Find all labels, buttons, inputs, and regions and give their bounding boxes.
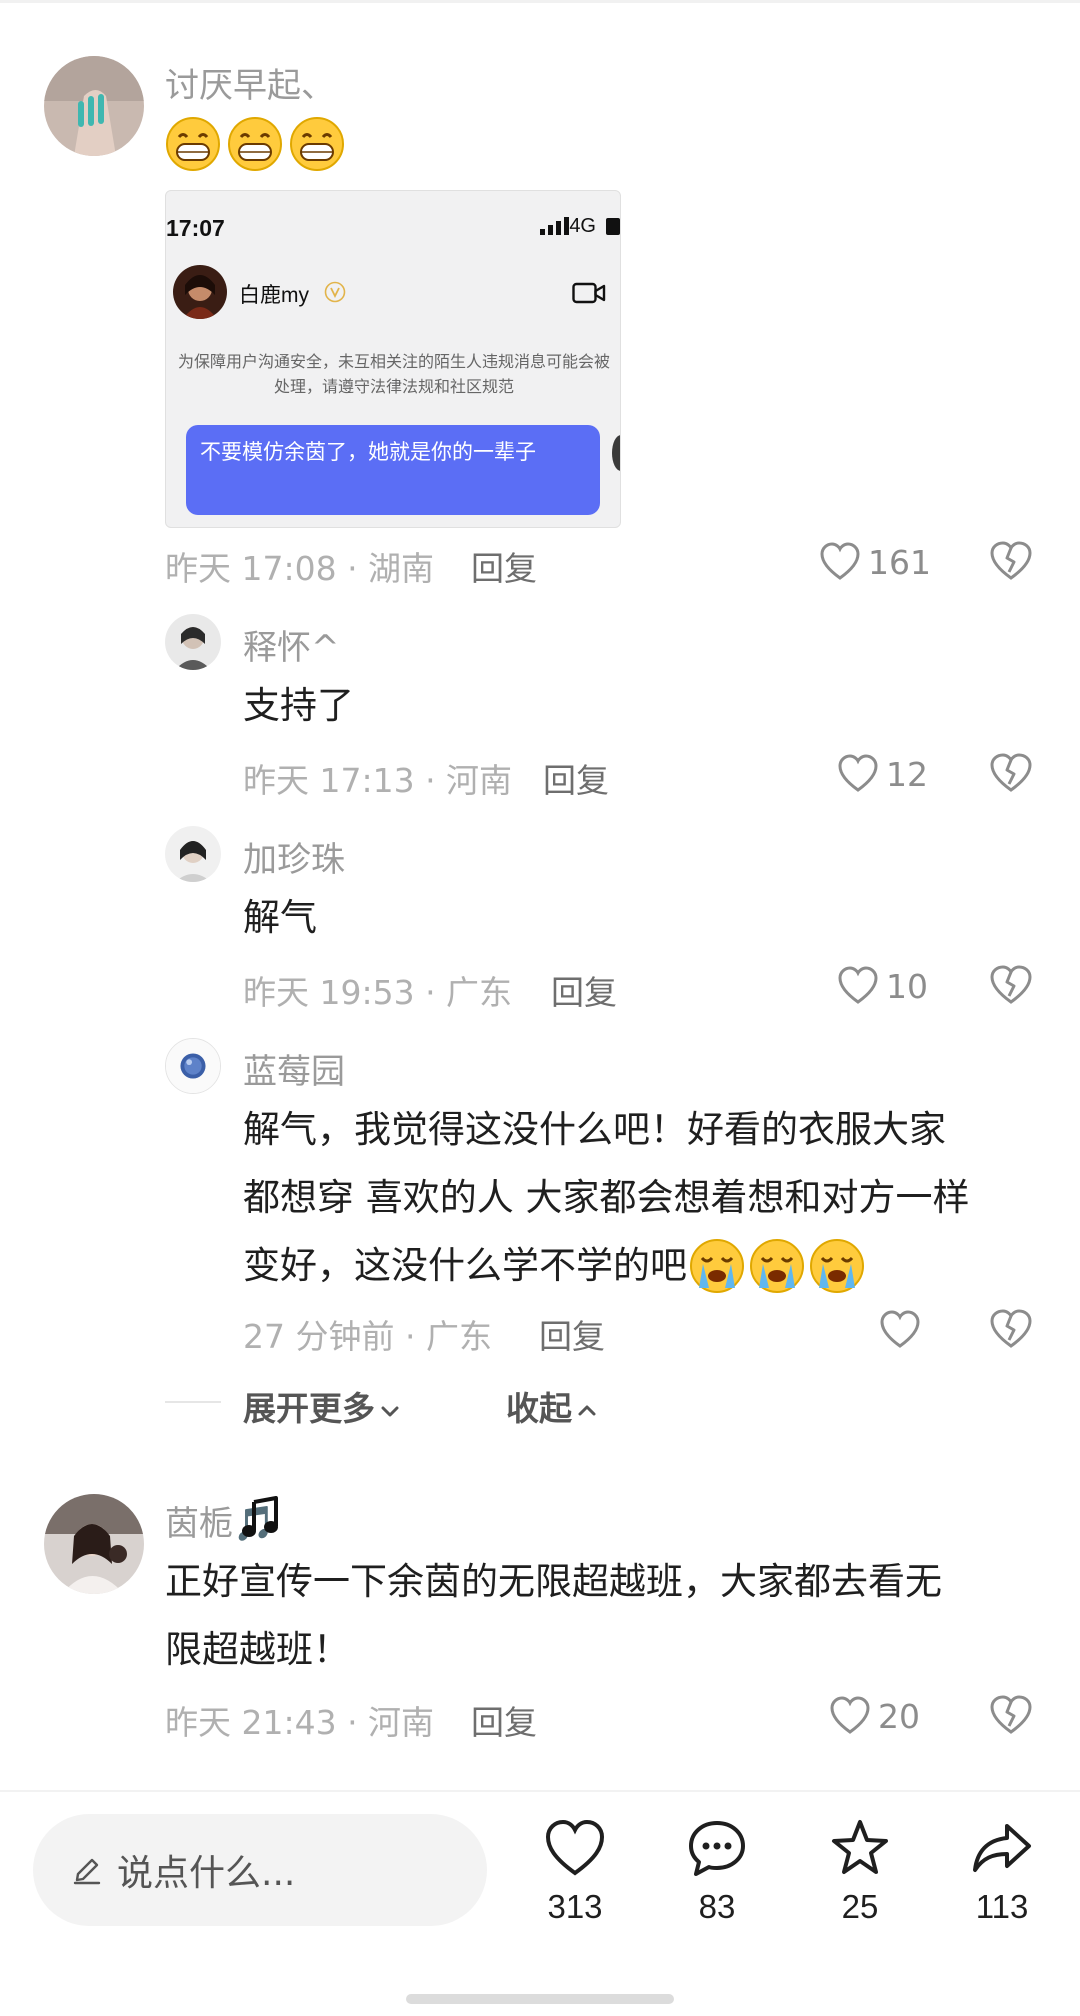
comment-text: 解气	[243, 896, 317, 939]
reply-button[interactable]: 回复	[471, 542, 537, 590]
verified-badge-icon	[324, 281, 346, 303]
comment-text-last-line: 变好，这没什么学不学的吧	[243, 1232, 865, 1300]
comment-username[interactable]: 蓝莓园	[243, 1044, 345, 1093]
reply-button[interactable]: 回复	[543, 754, 609, 802]
bottom-bar-divider	[0, 1790, 1080, 1792]
video-call-icon	[572, 282, 606, 304]
comment-post-button[interactable]: 83	[662, 1816, 772, 1926]
reply-button[interactable]: 回复	[551, 966, 617, 1014]
share-arrow-icon	[973, 1824, 1031, 1872]
music-note-icon	[242, 1496, 278, 1537]
network-label: 4G	[569, 215, 596, 237]
heart-icon	[838, 966, 878, 1004]
safety-notice: 为保障用户沟通安全，未互相关注的陌生人违规消息可能会被处理，请遵守法律法规和社区…	[177, 352, 610, 396]
comment-meta: 27 分钟前 · 广东	[243, 1317, 492, 1356]
heart-icon	[820, 542, 860, 580]
comment-username[interactable]: 讨厌早起、	[165, 58, 335, 107]
avatar[interactable]	[44, 56, 144, 156]
dislike-button[interactable]	[988, 1692, 1034, 1738]
dislike-button[interactable]	[988, 750, 1034, 796]
star-icon	[832, 1820, 888, 1874]
like-count: 10	[886, 966, 928, 1006]
comment-text-line: 解气，我觉得这没什么吧！好看的衣服大家	[243, 1108, 946, 1151]
contact-name: 白鹿my	[239, 284, 309, 307]
like-button[interactable]: 10	[836, 962, 928, 1010]
expand-more-button[interactable]: 展开更多	[243, 1382, 401, 1430]
reply-button[interactable]: 回复	[471, 1696, 537, 1744]
signal-icon	[540, 217, 569, 235]
sender-avatar-partial	[612, 435, 620, 471]
broken-heart-icon	[990, 541, 1032, 580]
like-count: 20	[878, 1696, 920, 1736]
avatar[interactable]	[165, 1038, 221, 1094]
reply-button[interactable]: 回复	[539, 1310, 605, 1358]
emoji-row	[165, 116, 345, 172]
collapse-button[interactable]: 收起	[506, 1382, 598, 1430]
heart-icon	[545, 1819, 605, 1876]
crying-emoji	[689, 1238, 745, 1294]
post-like-count: 313	[547, 1888, 603, 1925]
like-button[interactable]: 161	[818, 538, 931, 586]
crying-emoji	[809, 1238, 865, 1294]
attached-screenshot[interactable]: 17:07 4G 白鹿my 为保障用户沟通安全，未互相关注的陌生人违规消息可能会…	[165, 190, 621, 528]
comment-username[interactable]: 加珍珠	[243, 832, 345, 881]
broken-heart-icon	[990, 965, 1032, 1004]
broken-heart-icon	[990, 1695, 1032, 1734]
dislike-button[interactable]	[988, 538, 1034, 584]
share-post-button[interactable]: 113	[947, 1816, 1057, 1926]
avatar[interactable]	[165, 614, 221, 670]
chevron-up-icon	[578, 1405, 596, 1415]
comment-input-placeholder: 说点什么...	[117, 1853, 296, 1894]
battery-icon	[606, 218, 620, 235]
grin-emoji	[227, 116, 283, 172]
pencil-icon	[73, 1858, 101, 1885]
comment-username[interactable]: 释怀^	[243, 620, 340, 669]
comment-text-line: 变好，这没什么学不学的吧	[243, 1244, 687, 1287]
grin-emoji	[165, 116, 221, 172]
like-count: 161	[868, 542, 931, 582]
like-post-button[interactable]: 313	[520, 1816, 630, 1926]
comment-bubble-icon	[689, 1821, 745, 1876]
dislike-button[interactable]	[988, 962, 1034, 1008]
heart-icon	[830, 1696, 870, 1734]
comment-meta: 昨天 17:13 · 河南	[243, 761, 513, 800]
like-button[interactable]: 12	[836, 750, 928, 798]
post-share-count: 113	[975, 1888, 1029, 1925]
home-indicator	[406, 1994, 674, 2004]
comment-text-line: 都想穿 喜欢的人 大家都会想着想和对方一样	[243, 1176, 970, 1219]
screenshot-clock: 17:07	[166, 215, 225, 241]
comment-input[interactable]: 说点什么...	[33, 1814, 487, 1926]
heart-icon	[880, 1310, 920, 1348]
expand-more-label: 展开更多	[243, 1389, 375, 1428]
comment-meta: 昨天 21:43 · 河南	[165, 1703, 435, 1742]
contact-avatar	[173, 265, 227, 319]
post-comment-count: 83	[698, 1888, 736, 1925]
dislike-button[interactable]	[988, 1306, 1034, 1352]
like-button[interactable]	[878, 1306, 928, 1354]
message-bubble: 不要模仿余茵了，她就是你的一辈子	[186, 425, 600, 515]
crying-emoji	[749, 1238, 805, 1294]
collapse-label: 收起	[506, 1389, 572, 1428]
grin-emoji	[289, 116, 345, 172]
heart-icon	[838, 754, 878, 792]
comment-text-line: 正好宣传一下余茵的无限超越班，大家都去看无	[165, 1560, 942, 1603]
comment-meta: 昨天 17:08 · 湖南	[165, 549, 435, 588]
favorite-post-button[interactable]: 25	[805, 1816, 915, 1926]
thread-divider	[165, 1401, 221, 1403]
like-button[interactable]: 20	[828, 1692, 920, 1740]
comment-text-line: 限超越班！	[165, 1628, 350, 1671]
avatar[interactable]	[165, 826, 221, 882]
comment-meta: 昨天 19:53 · 广东	[243, 973, 513, 1012]
broken-heart-icon	[990, 1309, 1032, 1348]
like-count: 12	[886, 754, 928, 794]
post-favorite-count: 25	[841, 1888, 879, 1925]
broken-heart-icon	[990, 753, 1032, 792]
comment-text: 支持了	[243, 684, 354, 727]
top-divider	[0, 0, 1080, 3]
chevron-down-icon	[381, 1406, 399, 1416]
avatar[interactable]	[44, 1494, 144, 1594]
